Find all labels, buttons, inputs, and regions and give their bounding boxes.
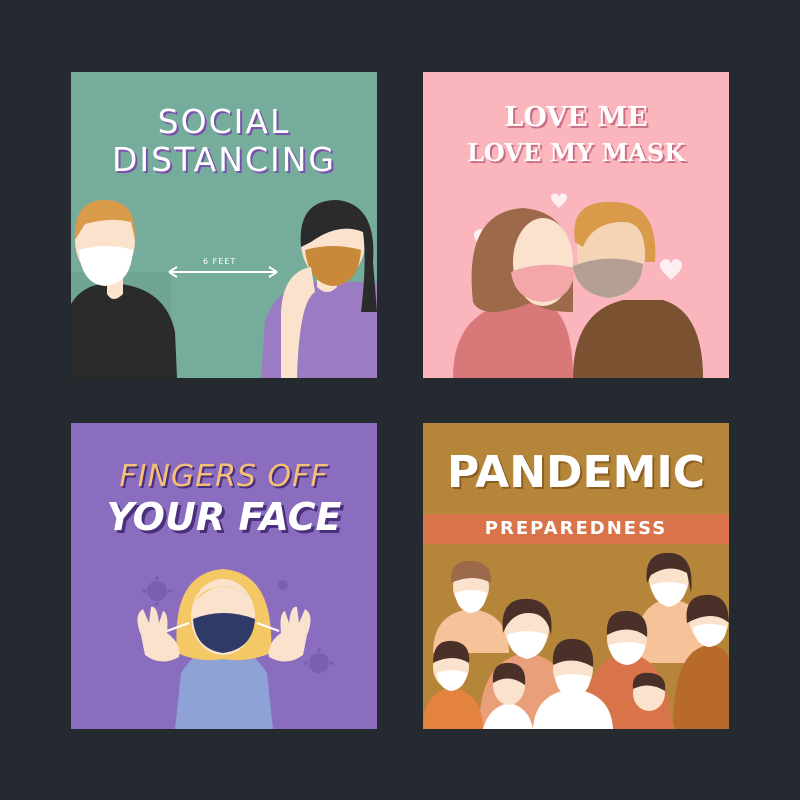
subtitle-band: PREPAREDNESS	[423, 514, 729, 544]
love-my-mask-card: LOVE ME LOVE MY MASK	[423, 72, 729, 378]
card-title-line2: PREPAREDNESS	[484, 518, 668, 539]
right-hand	[268, 606, 311, 662]
right-person-shirt	[261, 282, 377, 378]
heart-icon	[551, 193, 567, 208]
card-title-line2: DISTANCING	[112, 140, 336, 179]
virus-icon	[278, 580, 288, 590]
social-distancing-card: SOCIAL DISTANCING 6 FEET	[71, 72, 377, 378]
right-person-mask	[305, 246, 361, 286]
card-title-line1: PANDEMIC	[446, 447, 706, 498]
card-title-line2: YOUR FACE	[106, 495, 342, 539]
man-shirt	[573, 300, 703, 378]
virus-icon	[142, 576, 172, 606]
left-hand	[137, 606, 180, 662]
card-title-line1: LOVE ME	[504, 102, 648, 133]
card-title-line2: LOVE MY MASK	[466, 138, 686, 167]
woman-shirt	[453, 302, 573, 378]
man-mask	[573, 258, 643, 298]
crowd-person	[433, 560, 509, 653]
crowd-person	[423, 640, 483, 729]
card-title-line1: FINGERS OFF	[119, 459, 329, 494]
heart-icon	[660, 259, 682, 280]
pandemic-preparedness-card: PANDEMIC PREPAREDNESS	[423, 423, 729, 729]
fingers-off-face-card: FINGERS OFF YOUR FACE	[71, 423, 377, 729]
card-title-line1: SOCIAL	[157, 102, 291, 141]
virus-icon	[304, 648, 334, 673]
distance-label: 6 FEET	[203, 257, 237, 266]
